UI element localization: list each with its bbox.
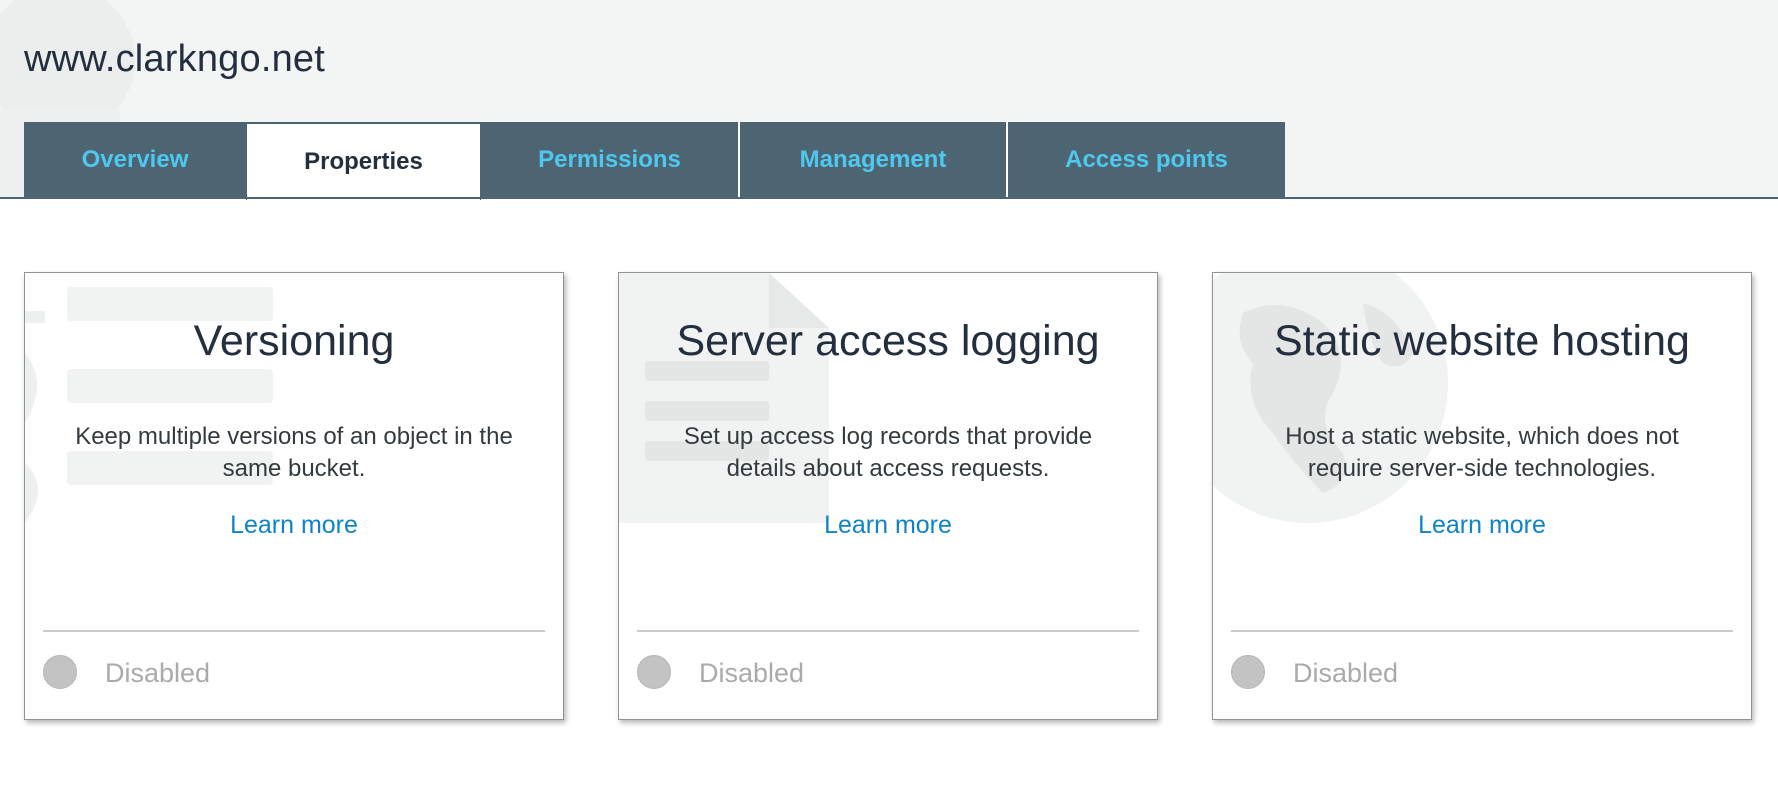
tab-access-points[interactable]: Access points [1006, 122, 1285, 197]
card-divider [1231, 630, 1733, 632]
card-description: Set up access log records that provide d… [683, 423, 1093, 482]
card-title: Server access logging [676, 317, 1100, 365]
versioning-card[interactable]: Versioning Keep multiple versions of an … [24, 272, 564, 720]
status-label: Disabled [699, 658, 805, 688]
learn-more-link[interactable]: Learn more [1418, 511, 1546, 539]
card-divider [43, 630, 545, 632]
server-access-logging-card[interactable]: Server access logging Set up access log … [618, 272, 1158, 720]
card-title: Static website hosting [1274, 317, 1690, 365]
card-divider [637, 630, 1139, 632]
card-description: Host a static website, which does not re… [1285, 423, 1679, 482]
tab-management[interactable]: Management [738, 122, 1006, 197]
disabled-radio-button[interactable] [43, 655, 77, 689]
card-title: Versioning [193, 317, 395, 365]
tabs-underline [0, 197, 1778, 199]
tab-properties[interactable]: Properties [246, 122, 481, 200]
card-description: Keep multiple versions of an object in t… [75, 423, 513, 482]
disabled-radio-button[interactable] [637, 655, 671, 689]
bucket-title: www.clarkngo.net [24, 38, 326, 80]
learn-more-link[interactable]: Learn more [824, 511, 952, 539]
status-label: Disabled [105, 658, 211, 688]
tab-overview[interactable]: Overview [24, 122, 246, 197]
disabled-radio-button[interactable] [1231, 655, 1265, 689]
status-label: Disabled [1293, 658, 1399, 688]
static-website-hosting-card[interactable]: Static website hosting Host a static web… [1212, 272, 1752, 720]
tab-permissions[interactable]: Permissions [481, 122, 738, 197]
learn-more-link[interactable]: Learn more [230, 511, 358, 539]
